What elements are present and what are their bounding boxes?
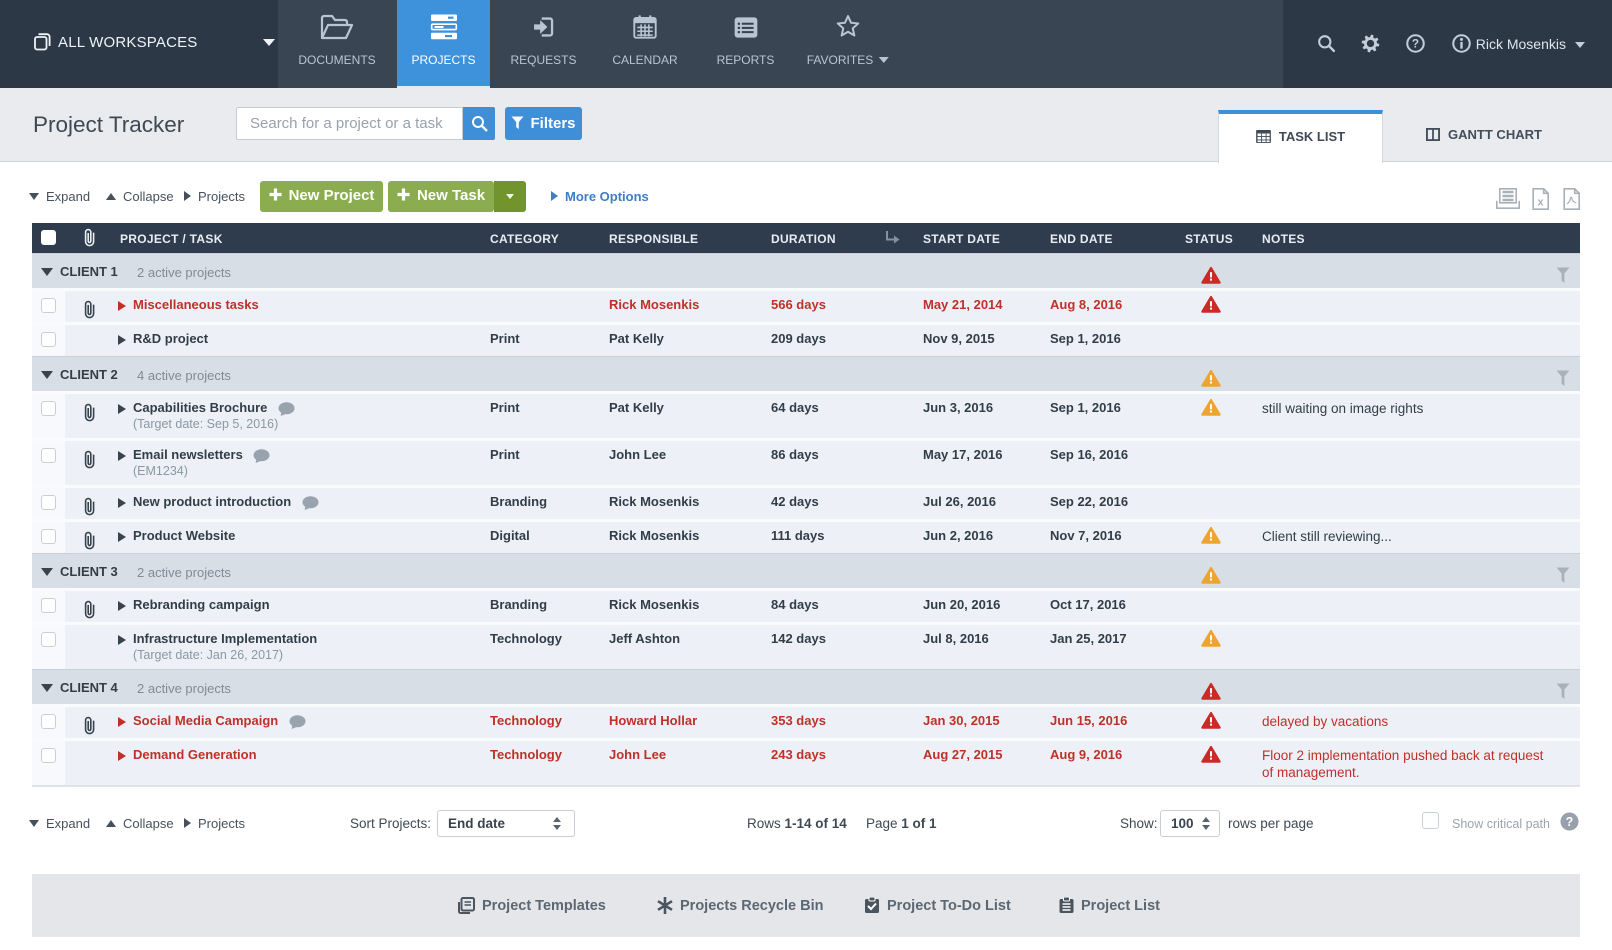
svg-text:?: ? <box>1412 37 1419 51</box>
svg-text:?: ? <box>1566 815 1574 829</box>
svg-text:x: x <box>1537 197 1544 209</box>
